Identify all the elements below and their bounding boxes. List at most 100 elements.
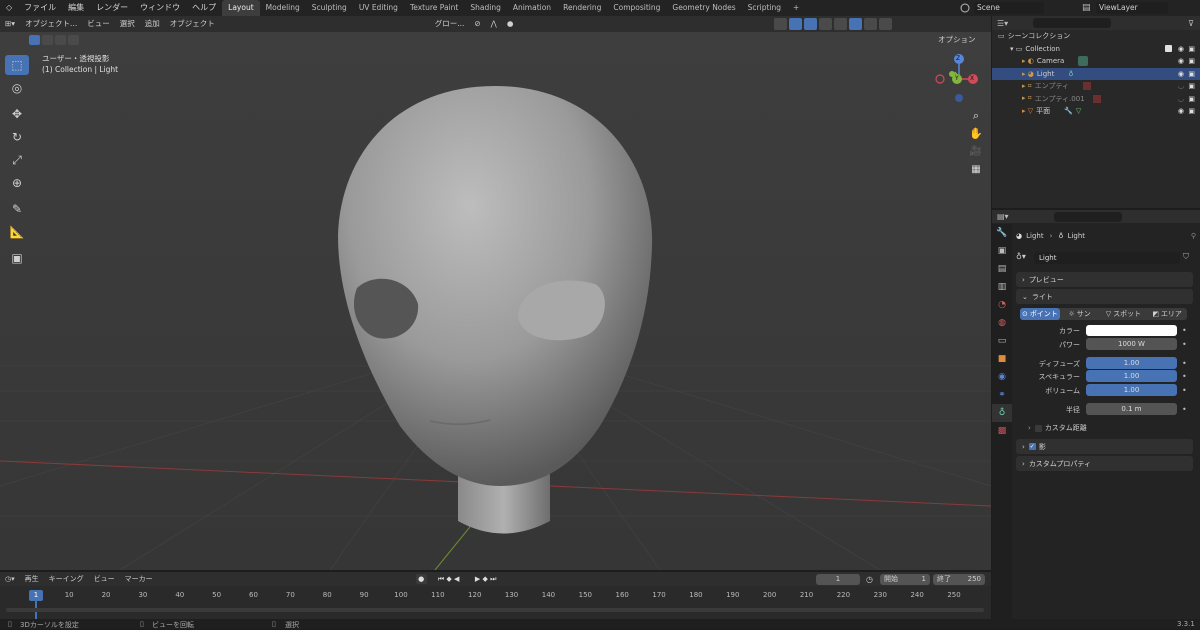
render-camera-icon[interactable]: ▣ xyxy=(1188,95,1195,103)
tab-shading[interactable]: Shading xyxy=(464,0,506,16)
render-camera-icon[interactable]: ▣ xyxy=(1188,57,1195,65)
outliner-row-plane[interactable]: ▸ ▽ 平面 🔧 ▽ ◉ ▣ xyxy=(992,105,1200,118)
shadow-checkbox[interactable]: ✓ xyxy=(1028,443,1036,450)
keying-menu[interactable]: キーイング xyxy=(44,574,89,584)
light-datablock-icon[interactable]: ♁▾ xyxy=(1016,252,1032,264)
measure-tool-icon[interactable]: 📐 xyxy=(5,222,29,242)
output-tab-icon[interactable]: ▤ xyxy=(992,260,1012,278)
tab-scripting[interactable]: Scripting xyxy=(742,0,787,16)
marker-menu[interactable]: マーカー xyxy=(120,574,158,584)
keyframe-dot[interactable]: • xyxy=(1182,340,1187,349)
timeline-scrollbar[interactable] xyxy=(6,608,984,612)
start-frame-field[interactable]: 開始 1 xyxy=(880,574,930,585)
custom-properties-header[interactable]: › カスタムプロパティ xyxy=(1016,456,1193,471)
visibility-eye-icon[interactable]: ◉ xyxy=(1178,45,1184,53)
options-dropdown[interactable]: オプション xyxy=(938,34,976,45)
render-tab-icon[interactable]: ▣ xyxy=(992,242,1012,260)
transform-tool-icon[interactable]: ⊕ xyxy=(5,173,29,193)
hidden-eye-icon[interactable]: ◡ xyxy=(1178,82,1184,90)
menu-file[interactable]: ファイル xyxy=(18,0,62,16)
current-frame-field[interactable]: 1 xyxy=(816,574,860,585)
radius-field[interactable]: 0.1 m xyxy=(1086,403,1177,415)
tab-sculpting[interactable]: Sculpting xyxy=(306,0,353,16)
custom-distance-checkbox[interactable] xyxy=(1034,424,1042,432)
tab-compositing[interactable]: Compositing xyxy=(607,0,666,16)
annotate-tool-icon[interactable]: ✎ xyxy=(5,199,29,219)
outliner-search-input[interactable] xyxy=(1033,18,1112,28)
volume-field[interactable]: 1.00 xyxy=(1086,384,1177,396)
play-next-key-end-icon[interactable]: ▶ ◆ ⏭ xyxy=(471,574,501,584)
render-camera-icon[interactable]: ▣ xyxy=(1188,82,1195,90)
constraints-tab-icon[interactable]: ⚭ xyxy=(992,386,1012,404)
tab-uv-editing[interactable]: UV Editing xyxy=(353,0,404,16)
keyframe-dot[interactable]: • xyxy=(1182,405,1187,414)
visibility-eye-icon[interactable]: ◉ xyxy=(1178,57,1184,65)
wireframe-shading-icon[interactable] xyxy=(834,18,848,30)
select-box-tool-icon[interactable]: ⬚ xyxy=(5,55,29,75)
record-icon[interactable]: ● xyxy=(415,574,427,584)
editor-type-icon[interactable]: ◇ xyxy=(0,0,18,16)
rendered-shading-icon[interactable] xyxy=(879,18,893,30)
properties-editor-icon[interactable]: ▤▾ xyxy=(992,212,1014,221)
end-frame-field[interactable]: 終了 250 xyxy=(933,574,985,585)
select-subtract-icon[interactable] xyxy=(55,35,66,45)
menu-help[interactable]: ヘルプ xyxy=(186,0,222,16)
visibility-eye-icon[interactable]: ◉ xyxy=(1178,70,1184,78)
color-swatch[interactable] xyxy=(1086,325,1177,336)
object-tab-icon[interactable]: ■ xyxy=(992,350,1012,368)
pan-hand-icon[interactable]: ✋ xyxy=(968,124,984,144)
playhead-frame[interactable]: 1 xyxy=(29,590,43,601)
tool-tab-icon[interactable]: 🔧 xyxy=(992,224,1012,242)
outliner-row-collection[interactable]: ▾ ▭ Collection ◉ ▣ xyxy=(992,43,1200,56)
pin-icon[interactable]: ⚲ xyxy=(1191,232,1196,240)
properties-search-input[interactable] xyxy=(1053,211,1122,222)
menu-add[interactable]: 追加 xyxy=(140,16,165,32)
scene-icon[interactable] xyxy=(958,2,972,14)
view-layer-selector[interactable]: ViewLayer xyxy=(1096,2,1168,14)
gizmo-toggle-icon[interactable] xyxy=(789,18,803,30)
menu-select[interactable]: 選択 xyxy=(115,16,140,32)
keyframe-dot[interactable]: • xyxy=(1182,386,1187,395)
keyframe-dot[interactable]: • xyxy=(1182,359,1187,368)
timeline-view-menu[interactable]: ビュー xyxy=(89,574,120,584)
select-extend-icon[interactable] xyxy=(42,35,53,45)
timeline-editor-icon[interactable]: ◷▾ xyxy=(0,575,20,583)
cursor-tool-icon[interactable]: ◎ xyxy=(5,78,29,98)
custom-distance-subpanel[interactable]: › カスタム距離 xyxy=(1028,422,1178,434)
render-camera-icon[interactable]: ▣ xyxy=(1188,45,1195,53)
light-type-point[interactable]: ⊙ ポイント xyxy=(1020,308,1060,320)
collection-checkbox[interactable] xyxy=(1165,45,1172,53)
view-layer-tab-icon[interactable]: ▥ xyxy=(992,278,1012,296)
menu-object[interactable]: オブジェクト xyxy=(165,16,220,32)
render-camera-icon[interactable]: ▣ xyxy=(1188,107,1195,115)
fake-user-shield-icon[interactable]: ⛉ xyxy=(1183,252,1194,264)
tab-texture-paint[interactable]: Texture Paint xyxy=(404,0,464,16)
light-panel-header[interactable]: ⌄ ライト xyxy=(1016,289,1193,304)
collection-tab-icon[interactable]: ▭ xyxy=(992,332,1012,350)
material-shading-icon[interactable] xyxy=(864,18,878,30)
visibility-icon[interactable] xyxy=(774,18,788,30)
mode-selector[interactable]: オブジェクト... xyxy=(20,16,82,32)
add-workspace-button[interactable]: + xyxy=(787,0,805,16)
light-data-tab-icon[interactable]: ♁ xyxy=(992,404,1012,422)
camera-view-icon[interactable]: 🎥 xyxy=(968,142,984,162)
outliner-editor-icon[interactable]: ☰▾ xyxy=(992,19,1013,28)
pivot-icon[interactable]: ⊘ xyxy=(469,16,485,32)
menu-window[interactable]: ウィンドウ xyxy=(134,0,186,16)
tab-modeling[interactable]: Modeling xyxy=(260,0,306,16)
scene-selector[interactable]: Scene xyxy=(974,2,1044,14)
tab-layout[interactable]: Layout xyxy=(222,0,260,16)
overlay-toggle-icon[interactable] xyxy=(804,18,818,30)
texture-tab-icon[interactable]: ▩ xyxy=(992,422,1012,440)
light-type-spot[interactable]: ▽ スポット xyxy=(1100,308,1148,320)
filter-icon[interactable]: ⊽ xyxy=(1182,19,1200,28)
keyframe-dot[interactable]: • xyxy=(1182,372,1187,381)
snap-icon[interactable]: ⋀ xyxy=(486,16,502,32)
tab-geometry-nodes[interactable]: Geometry Nodes xyxy=(666,0,741,16)
preview-range-clock-icon[interactable]: ◷ xyxy=(866,574,878,585)
3d-viewport[interactable] xyxy=(0,16,991,570)
diffuse-field[interactable]: 1.00 xyxy=(1086,357,1177,369)
transform-orientation[interactable]: グロー... xyxy=(430,16,470,32)
light-type-sun[interactable]: ☼ サン xyxy=(1060,308,1100,320)
jump-start-prev-key-icon[interactable]: ⏮ ◆ ◀ xyxy=(429,574,469,584)
